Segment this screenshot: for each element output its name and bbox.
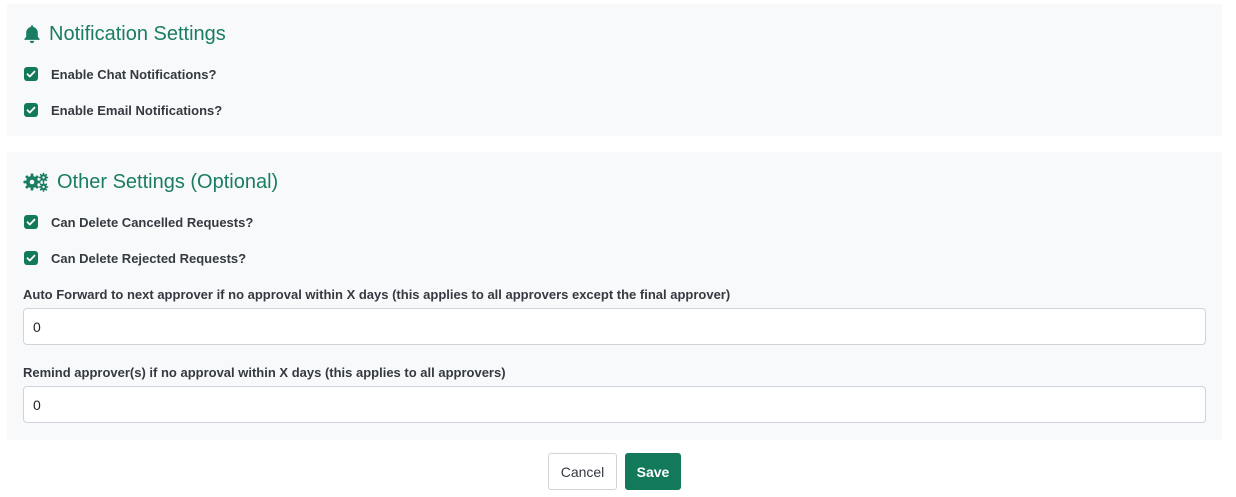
checkbox-label: Enable Email Notifications? (51, 102, 223, 118)
delete-cancelled-checkbox[interactable] (24, 215, 38, 229)
email-notifications-checkbox[interactable] (24, 103, 38, 117)
auto-forward-label: Auto Forward to next approver if no appr… (23, 287, 731, 302)
cancel-button[interactable]: Cancel (548, 453, 617, 490)
delete-cancelled-option[interactable]: Can Delete Cancelled Requests? (24, 214, 253, 230)
delete-rejected-checkbox[interactable] (24, 251, 38, 265)
checkbox-label: Can Delete Rejected Requests? (51, 250, 247, 266)
section-title: Notification Settings (49, 23, 226, 45)
checkmark-icon (26, 218, 36, 226)
other-settings-header: Other Settings (Optional) (23, 170, 278, 194)
save-button[interactable]: Save (625, 453, 681, 490)
remind-days-input[interactable] (23, 386, 1206, 423)
notification-settings-header: Notification Settings (23, 22, 226, 46)
chat-notifications-option[interactable]: Enable Chat Notifications? (24, 66, 216, 82)
bell-icon (23, 24, 41, 44)
section-title: Other Settings (Optional) (57, 171, 279, 193)
auto-forward-days-input[interactable] (23, 308, 1206, 345)
gears-icon (23, 172, 49, 192)
checkmark-icon (26, 106, 36, 114)
checkbox-label: Can Delete Cancelled Requests? (51, 214, 254, 230)
chat-notifications-checkbox[interactable] (24, 67, 38, 81)
email-notifications-option[interactable]: Enable Email Notifications? (24, 102, 222, 118)
checkmark-icon (26, 254, 36, 262)
remind-label: Remind approver(s) if no approval within… (23, 365, 506, 380)
other-settings-panel: Other Settings (Optional) Can Delete Can… (7, 152, 1222, 440)
checkmark-icon (26, 70, 36, 78)
delete-rejected-option[interactable]: Can Delete Rejected Requests? (24, 250, 246, 266)
notification-settings-panel: Notification Settings Enable Chat Notifi… (7, 4, 1222, 136)
checkbox-label: Enable Chat Notifications? (51, 66, 217, 82)
